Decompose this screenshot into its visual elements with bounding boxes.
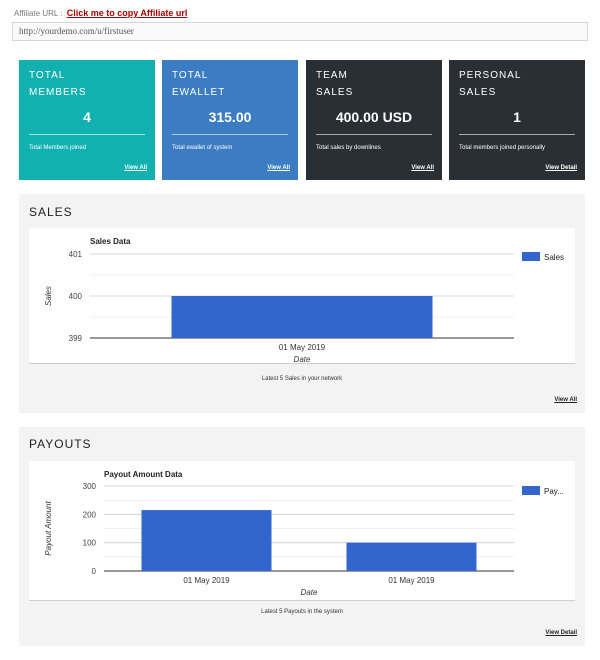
card-title: PERSONAL SALES [459,67,521,101]
view-detail-personal-link[interactable]: View Detail [545,165,577,171]
payouts-chart: 0 100 200 300 01 May 2019 01 May 2019 Payout A… [44,470,564,597]
payouts-heading: PAYOUTS [29,437,92,451]
card-value: 315.00 [208,109,252,125]
sales-legend-swatch [522,252,540,261]
payout-bar[interactable] [346,542,477,571]
card-description: Total Members joined [29,145,87,151]
card-title: TEAM SALES [316,67,353,101]
affiliate-url-field[interactable]: http://yourdemo.com/u/firstuser [12,22,588,41]
card-title-line2: MEMBERS [29,87,87,98]
payouts-panel: PAYOUTS 0 100 200 300 01 May 2019 01 May 2019… [19,427,585,646]
payout-x-tick-label: 01 May 2019 [388,576,435,585]
sales-footer-text: Latest 5 Sales in your network [261,376,343,382]
card-divider [316,134,432,135]
total-members-card: TOTAL MEMBERS 4 Total Members joined Vie… [19,60,155,180]
sales-chart-title: Sales Data [90,237,131,246]
view-all-team-sales-link[interactable]: View All [411,165,434,171]
team-sales-card: TEAM SALES 400.00 USD Total sales by dow… [306,60,442,180]
payouts-footer-text: Latest 5 Payouts in the system [261,609,343,615]
card-value: 400.00 USD [335,109,413,125]
payout-x-axis-title: Date [301,588,318,597]
card-divider [459,134,575,135]
sales-panel: SALES 399 400 401 01 May 2019 Sales Data Date… [19,194,585,413]
sales-bar[interactable] [171,296,433,338]
card-title: TOTAL EWALLET [172,67,225,101]
card-divider [172,134,288,135]
copy-affiliate-link[interactable]: Click me to copy Affiliate url [67,8,188,18]
personal-sales-card: PERSONAL SALES 1 Total members joined pe… [449,60,585,180]
card-title-line2: SALES [316,87,354,98]
card-title-line2: EWALLET [172,87,226,98]
card-title-line1: TOTAL [29,70,66,81]
view-all-ewallet-link[interactable]: View All [267,165,290,171]
sales-heading: SALES [29,205,73,219]
sales-chart: 399 400 401 01 May 2019 Sales Data Date Sales S… [44,237,564,364]
sales-x-axis-title: Date [294,355,311,363]
card-title: TOTAL MEMBERS [29,67,87,101]
payout-y-tick-label: 0 [92,567,97,576]
card-value: 4 [83,109,91,125]
sales-y-tick-label: 399 [69,334,83,343]
card-title-line1: PERSONAL [459,70,522,81]
affiliate-row: Affiliate URL : Click me to copy Affilia… [14,8,187,18]
sales-legend-label: Sales [544,253,564,262]
view-all-members-link[interactable]: View All [124,165,147,171]
payout-legend-swatch [522,486,540,495]
card-title-line1: TOTAL [172,70,209,81]
card-title-line1: TEAM [316,70,348,81]
card-value: 1 [513,109,521,125]
card-description: Total members joined personally [459,145,546,151]
sales-chart-container: 399 400 401 01 May 2019 Sales Data Date Sales S… [29,228,575,364]
payout-y-tick-label: 200 [83,510,97,519]
card-divider [29,134,145,135]
sales-y-tick-label: 401 [69,250,83,259]
payout-y-axis-title: Payout Amount [44,501,53,556]
payout-legend-label: Pay... [544,487,564,496]
payouts-view-detail-link[interactable]: View Detail [545,630,577,636]
sales-x-tick-label: 01 May 2019 [279,343,326,352]
payouts-chart-container: 0 100 200 300 01 May 2019 01 May 2019 Payout A… [29,461,575,601]
sales-y-tick-label: 400 [69,292,83,301]
payout-x-tick-label: 01 May 2019 [183,576,230,585]
sales-y-axis-title: Sales [44,286,53,306]
sales-view-all-link[interactable]: View All [554,397,577,403]
card-description: Total ewallet of system [172,145,233,151]
payout-chart-title: Payout Amount Data [104,470,183,479]
card-title-line2: SALES [459,87,497,98]
payout-bar[interactable] [141,510,272,571]
payout-y-tick-label: 300 [83,482,97,491]
card-description: Total sales by downlines [316,145,381,151]
total-ewallet-card: TOTAL EWALLET 315.00 Total ewallet of sy… [162,60,298,180]
payout-y-tick-label: 100 [83,539,97,548]
affiliate-label: Affiliate URL : [14,9,63,18]
